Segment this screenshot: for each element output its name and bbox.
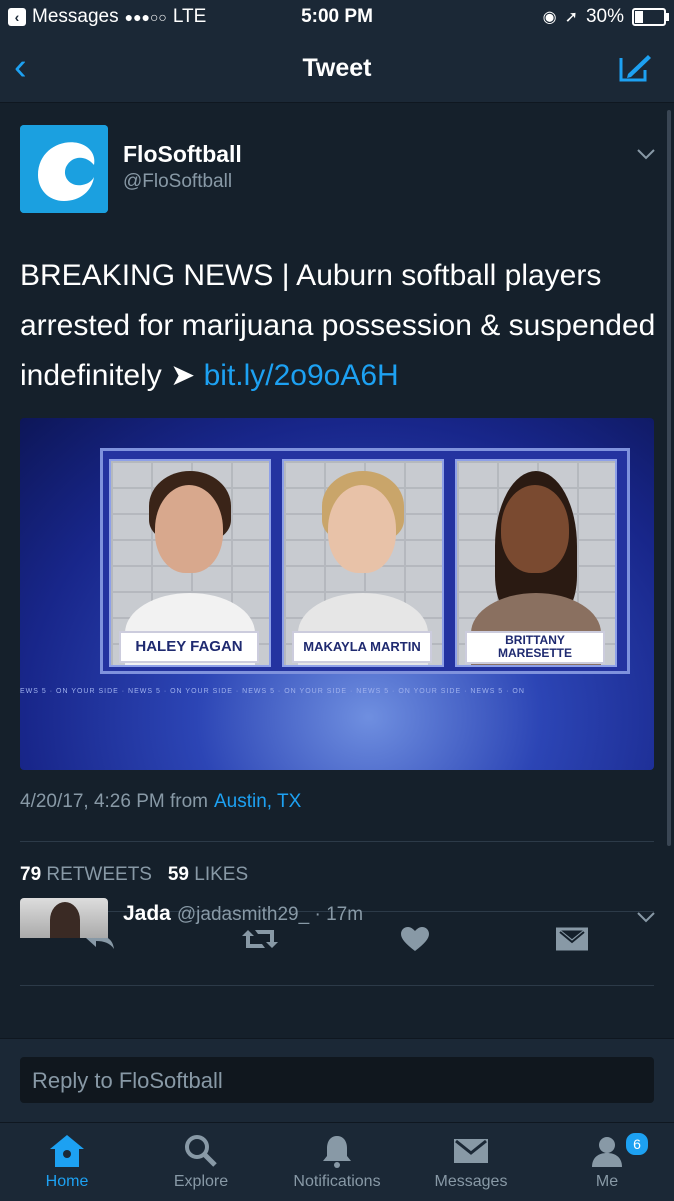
- nav-bar: ‹ Tweet: [0, 34, 674, 103]
- name-caption-1: HALEY FAGAN: [119, 631, 259, 663]
- tab-messages[interactable]: Messages: [404, 1129, 538, 1191]
- reply-author[interactable]: Jada @jadasmith29_ · 17m: [123, 902, 363, 926]
- reply-placeholder: Reply to FloSoftball: [32, 1068, 223, 1093]
- arrow-emoji: ➤: [170, 359, 196, 392]
- tab-label: Messages: [434, 1173, 508, 1190]
- scrollbar[interactable]: [667, 110, 671, 846]
- reply-avatar[interactable]: [20, 898, 108, 938]
- divider: [20, 841, 654, 842]
- author-name[interactable]: FloSoftball: [123, 141, 242, 168]
- tab-bar: Home Explore Notifications Messages 6 Me: [0, 1122, 674, 1201]
- compose-tweet-icon[interactable]: [618, 52, 654, 89]
- bell-icon: [270, 1129, 404, 1173]
- search-icon: [134, 1129, 268, 1173]
- name-caption-3: BRITTANY MARESETTE: [465, 631, 605, 664]
- location-arrow-icon: ➚: [564, 9, 578, 26]
- home-icon: [0, 1129, 134, 1173]
- author-handle[interactable]: @FloSoftball: [123, 171, 232, 193]
- battery-percent: 30%: [585, 6, 624, 27]
- rotation-lock-icon: ◉: [542, 9, 557, 26]
- tweet-timestamp: 4/20/17, 4:26 PM from Austin, TX: [20, 791, 301, 813]
- battery-icon: [632, 8, 669, 26]
- tab-label: Explore: [173, 1173, 229, 1190]
- tab-home[interactable]: Home: [0, 1129, 134, 1191]
- tab-explore[interactable]: Explore: [134, 1129, 268, 1191]
- tweet-text-block: BREAKING NEWS | Auburn softball players …: [20, 251, 660, 401]
- chevron-down-icon[interactable]: [636, 910, 656, 928]
- author-avatar[interactable]: [20, 125, 108, 213]
- reply-input[interactable]: Reply to FloSoftball: [20, 1057, 654, 1103]
- divider: [20, 985, 654, 986]
- reply-composer: Reply to FloSoftball: [0, 1038, 674, 1123]
- person-icon: [540, 1129, 674, 1173]
- tab-notifications[interactable]: Notifications: [270, 1129, 404, 1191]
- tab-label: Notifications: [293, 1173, 381, 1190]
- envelope-icon: [404, 1129, 538, 1173]
- tweet-media-image[interactable]: HALEY FAGAN MAKAYLA MARTIN BRITTANY MARE…: [20, 418, 654, 770]
- reply-handle: @jadasmith29_ · 17m: [176, 904, 364, 925]
- name-caption-2: MAKAYLA MARTIN: [292, 631, 432, 663]
- tab-label: Me: [595, 1173, 619, 1190]
- reply-name: Jada: [123, 902, 171, 925]
- tab-me[interactable]: 6 Me: [540, 1129, 674, 1191]
- tab-label: Home: [45, 1173, 89, 1190]
- tweet-location[interactable]: Austin, TX: [214, 791, 301, 812]
- status-bar: ‹ Messages ●●●○○ LTE 5:00 PM ◉ ➚ 30%: [0, 0, 674, 34]
- page-title: Tweet: [302, 54, 372, 82]
- notification-badge: 6: [624, 1131, 650, 1157]
- tweet-link[interactable]: bit.ly/2o9oA6H: [204, 359, 399, 392]
- reply-preview[interactable]: Jada @jadasmith29_ · 17m: [0, 880, 674, 940]
- news-ticker: EWS 5 · ON YOUR SIDE · NEWS 5 · ON YOUR …: [20, 688, 525, 695]
- chevron-down-icon[interactable]: [636, 147, 656, 165]
- mugshot-panel: HALEY FAGAN MAKAYLA MARTIN BRITTANY MARE…: [100, 448, 630, 674]
- timestamp-text: 4/20/17, 4:26 PM from: [20, 791, 208, 812]
- status-right: ◉ ➚ 30%: [542, 6, 669, 28]
